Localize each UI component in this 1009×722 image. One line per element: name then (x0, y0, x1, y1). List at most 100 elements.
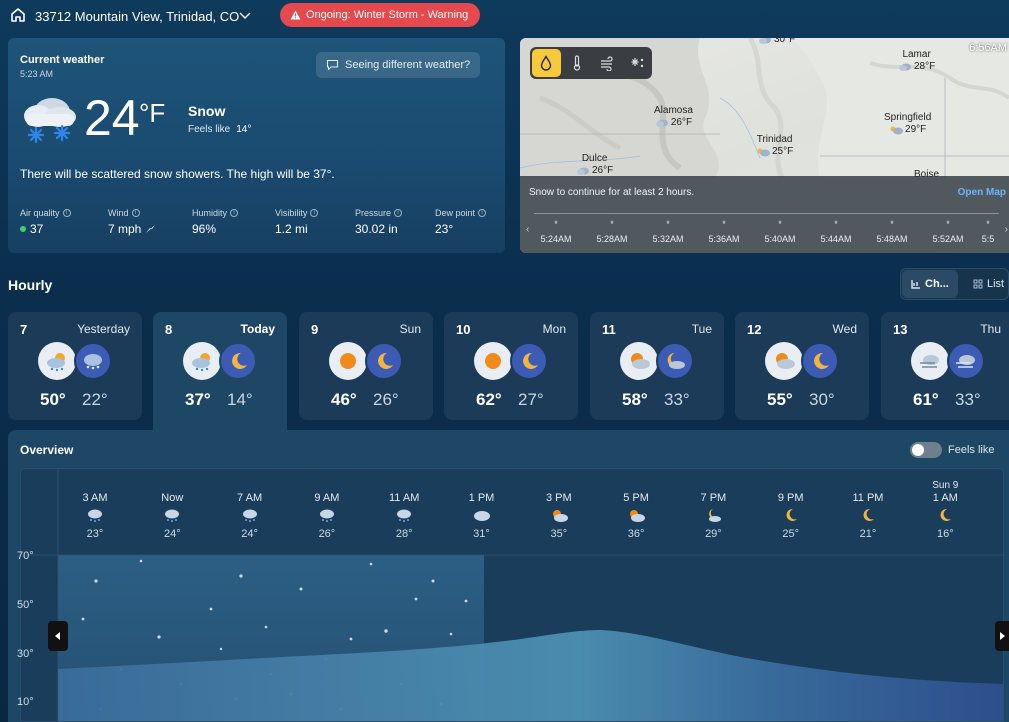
day-low-temp: 27° (518, 390, 544, 409)
wind-direction-icon (146, 225, 156, 233)
day-high-temp: 61° (913, 390, 939, 409)
hour-column[interactable]: 5 PM 36° (606, 480, 666, 540)
metric-humidity[interactable]: Humidity i 96% (192, 208, 239, 236)
wind-icon (956, 355, 975, 368)
hour-column[interactable]: 1 PM 31° (452, 480, 512, 540)
home-icon[interactable] (10, 7, 26, 23)
map-city-label[interactable]: Trinidad 25°F (756, 134, 794, 158)
chevron-left-icon (55, 632, 60, 640)
map-city-label[interactable]: Alamosa 26°F (654, 105, 693, 129)
metric-dew-point[interactable]: Dew point i 23° (435, 208, 487, 236)
map-city-label[interactable]: 30°F (758, 38, 795, 46)
snow-cloud-icon (759, 38, 771, 44)
metric-visibility[interactable]: Visibility i 1.2 mi (275, 208, 319, 236)
timeline-label: 5:40AM (764, 234, 796, 244)
day-card[interactable]: 7 Yesterday 50° 22° (8, 312, 142, 420)
map-city-label[interactable]: Springfield 29°F (884, 112, 931, 136)
day-card-selected[interactable]: 8 Today 37° 14° (153, 312, 287, 437)
scroll-left-button[interactable] (48, 621, 68, 651)
seeing-different-weather-button[interactable]: Seeing different weather? (316, 52, 481, 78)
timeline-tick[interactable]: * 5:44AM (816, 220, 856, 245)
chart-view-button[interactable]: Ch... (902, 270, 958, 298)
timeline-tick[interactable]: * 5:36AM (704, 220, 744, 245)
precipitation-layer-button[interactable] (532, 49, 561, 77)
day-number: 7 (20, 322, 28, 337)
day-card[interactable]: 11 Tue 58° 33° (590, 312, 724, 420)
snow-cloud-icon (84, 354, 102, 370)
night-weather-icon (656, 342, 694, 380)
hour-column[interactable]: Now 24° (142, 480, 202, 540)
hour-column[interactable]: 9 AM 26° (297, 480, 357, 540)
day-card[interactable]: 12 Wed 55° 30° (735, 312, 869, 420)
map-city-label[interactable]: Dulce 26°F (576, 153, 613, 177)
hour-time: 3 AM (65, 480, 125, 504)
day-card[interactable]: 9 Sun 46° 26° (299, 312, 433, 420)
day-weather-icon (765, 342, 803, 380)
timeline-label: 5:24AM (540, 234, 572, 244)
day-label: Yesterday (77, 322, 130, 336)
timeline-track[interactable] (534, 213, 999, 214)
weather-map[interactable]: 6:56AM 30°F Lamar 28°F Alamosa 26°F Trin… (520, 38, 1009, 253)
temperature-unit[interactable]: °F (139, 98, 165, 129)
info-icon: i (230, 209, 239, 217)
open-map-link[interactable]: Open Map (958, 187, 1006, 198)
metric-value: 7 mph (108, 222, 142, 236)
snow-layer-button[interactable] (624, 49, 653, 77)
city-temp: 26°F (670, 117, 693, 128)
timeline-tick[interactable]: * 5:52AM (928, 219, 968, 245)
metric-air-quality[interactable]: Air quality i 37 (20, 208, 71, 236)
hour-column[interactable]: 7 AM 24° (220, 480, 280, 540)
list-view-button[interactable]: List (973, 278, 1004, 290)
snowflake-icon: * (890, 219, 894, 229)
wind-layer-button[interactable] (593, 49, 622, 77)
metric-value: 30.02 in (355, 222, 398, 236)
timeline-tick[interactable]: * 5:28AM (592, 219, 632, 245)
hour-column[interactable]: 9 PM 25° (761, 480, 821, 540)
raindrop-icon (541, 55, 552, 71)
moon-icon (814, 352, 829, 369)
weather-alert-badge[interactable]: Ongoing: Winter Storm - Warning (280, 3, 481, 27)
timeline-tick[interactable]: * 5:5 (978, 220, 998, 245)
chevron-right-icon[interactable]: › (1005, 224, 1008, 235)
hour-column[interactable]: 7 PM 29° (683, 480, 743, 540)
timeline-tick[interactable]: * 5:32AM (648, 220, 688, 245)
timeline-tick[interactable]: * 5:24AM (536, 220, 576, 245)
snow-cloud-icon (319, 509, 334, 522)
metric-pressure[interactable]: Pressure i 30.02 in (355, 208, 403, 236)
feels-like-toggle[interactable] (910, 442, 942, 458)
snowflake-icon: * (610, 219, 614, 229)
hour-time-label: 11 PM (852, 492, 884, 504)
day-card[interactable]: 10 Mon 62° 27° (444, 312, 578, 420)
day-weather-icon (911, 342, 949, 380)
info-icon: i (310, 209, 319, 217)
hour-column[interactable]: 3 PM 35° (529, 480, 589, 540)
timeline-tick[interactable]: * 5:40AM (760, 220, 800, 245)
metric-wind[interactable]: Wind i 7 mph (108, 208, 156, 236)
map-time: 6:56AM (969, 42, 1007, 54)
snowflake-icon: * (946, 219, 950, 229)
night-weather-icon (510, 342, 548, 380)
moon-cloud-icon (667, 352, 685, 369)
hour-column[interactable]: Sun 91 AM 16° (915, 480, 975, 540)
chevron-down-icon[interactable] (239, 12, 251, 20)
hour-column[interactable]: 11 AM 28° (374, 480, 434, 540)
scroll-right-button[interactable] (995, 621, 1009, 651)
timeline-tick[interactable]: * 5:48AM (872, 219, 912, 245)
temperature-layer-button[interactable] (563, 49, 592, 77)
map-city-label[interactable]: Lamar 28°F (898, 49, 935, 73)
city-name: Dulce (581, 153, 608, 164)
day-high-temp: 50° (40, 390, 66, 409)
day-high-temp: 62° (476, 390, 502, 409)
hour-column[interactable]: 11 PM 21° (838, 480, 898, 540)
warning-icon (290, 10, 301, 20)
hour-time-label: 1 PM (468, 492, 495, 504)
view-mode-toggle: Ch... List (900, 268, 1009, 300)
y-axis-label: 30° (17, 648, 34, 660)
day-card[interactable]: 13 Thu 61° 33° (881, 312, 1009, 420)
current-weather-card: Current weather 5:23 AM Seeing different… (8, 38, 505, 253)
day-number: 10 (456, 322, 471, 337)
location-name[interactable]: 33712 Mountain View, Trinidad, CO (35, 9, 239, 24)
hour-temp: 16° (936, 528, 954, 540)
hour-column[interactable]: 3 AM 23° (65, 480, 125, 540)
hour-time-label: Now (161, 492, 184, 504)
